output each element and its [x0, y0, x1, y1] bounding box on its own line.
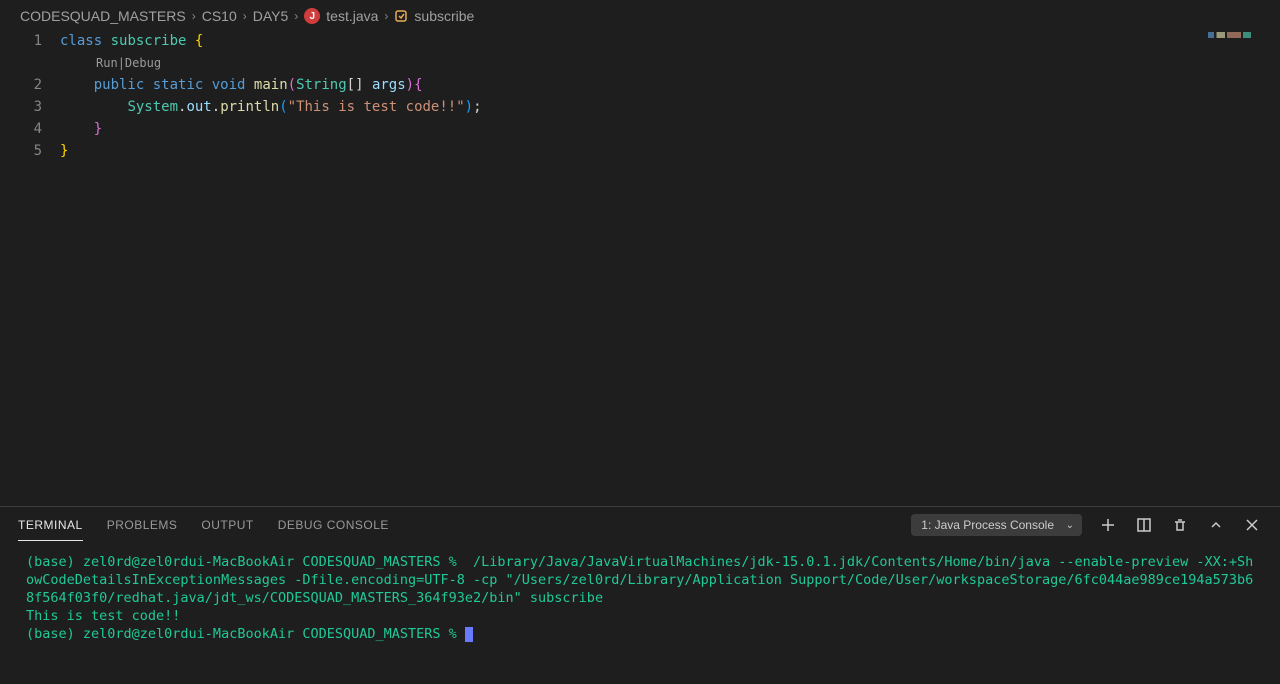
- breadcrumb-segment[interactable]: CODESQUAD_MASTERS: [20, 8, 186, 24]
- terminal-selector-dropdown[interactable]: 1: Java Process Console ⌄: [911, 514, 1082, 536]
- java-file-icon: J: [304, 8, 320, 24]
- minimap[interactable]: [1208, 32, 1268, 38]
- chevron-right-icon: ›: [243, 9, 247, 23]
- tab-problems[interactable]: PROBLEMS: [107, 510, 178, 540]
- chevron-down-icon: ⌄: [1066, 520, 1074, 531]
- kill-terminal-button[interactable]: [1170, 515, 1190, 535]
- code-area[interactable]: class subscribe { Run | Debug public sta…: [60, 28, 1280, 506]
- terminal-output[interactable]: (base) zel0rd@zel0rdui-MacBookAir CODESQ…: [0, 543, 1280, 684]
- terminal-prompt: (base) zel0rd@zel0rdui-MacBookAir CODESQ…: [26, 626, 465, 642]
- terminal-line: (base) zel0rd@zel0rdui-MacBookAir CODESQ…: [26, 554, 1253, 606]
- breadcrumb-segment[interactable]: CS10: [202, 8, 237, 24]
- class-icon: [394, 9, 408, 23]
- breadcrumb-symbol[interactable]: subscribe: [414, 8, 474, 24]
- tab-debug-console[interactable]: DEBUG CONSOLE: [278, 510, 389, 540]
- breadcrumb[interactable]: CODESQUAD_MASTERS › CS10 › DAY5 › J test…: [0, 0, 1280, 28]
- chevron-right-icon: ›: [384, 9, 388, 23]
- chevron-right-icon: ›: [294, 9, 298, 23]
- code-editor[interactable]: 1 2 3 4 5 class subscribe { Run | Debug …: [0, 28, 1280, 506]
- chevron-right-icon: ›: [192, 9, 196, 23]
- line-number: 4: [0, 118, 42, 140]
- codelens-run[interactable]: Run: [96, 52, 118, 74]
- close-panel-button[interactable]: [1242, 515, 1262, 535]
- tab-terminal[interactable]: TERMINAL: [18, 510, 83, 541]
- split-terminal-button[interactable]: [1134, 515, 1154, 535]
- codelens-debug[interactable]: Debug: [125, 52, 161, 74]
- tab-output[interactable]: OUTPUT: [201, 510, 253, 540]
- line-number: 5: [0, 140, 42, 162]
- maximize-panel-button[interactable]: [1206, 515, 1226, 535]
- bottom-panel: TERMINAL PROBLEMS OUTPUT DEBUG CONSOLE 1…: [0, 506, 1280, 684]
- line-number: 3: [0, 96, 42, 118]
- codelens[interactable]: Run | Debug: [60, 52, 1280, 74]
- line-number: 2: [0, 74, 42, 96]
- breadcrumb-segment[interactable]: DAY5: [253, 8, 289, 24]
- new-terminal-button[interactable]: [1098, 515, 1118, 535]
- panel-tabs: TERMINAL PROBLEMS OUTPUT DEBUG CONSOLE 1…: [0, 507, 1280, 543]
- terminal-line: This is test code!!: [26, 608, 180, 624]
- line-gutter: 1 2 3 4 5: [0, 28, 60, 506]
- terminal-cursor: [465, 627, 473, 642]
- breadcrumb-file[interactable]: test.java: [326, 8, 378, 24]
- line-number: 1: [0, 30, 42, 52]
